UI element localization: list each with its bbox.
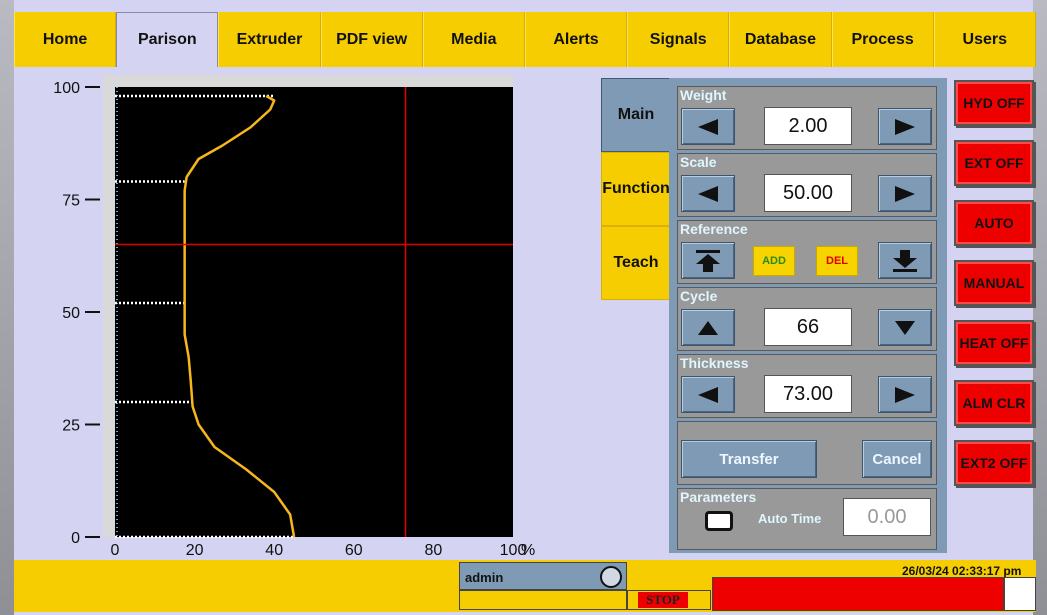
arrow-left-icon: [698, 185, 718, 202]
window-right-edge: [1033, 0, 1047, 615]
arrow-up-to-line-icon: [696, 249, 720, 272]
cycle-value[interactable]: 66: [764, 308, 852, 346]
tab-users[interactable]: Users: [933, 12, 1036, 67]
thickness-decrease-button[interactable]: [681, 376, 735, 413]
reference-section: Reference ADD DEL: [677, 220, 937, 284]
heat-off-button[interactable]: HEAT OFF: [954, 320, 1034, 366]
cycle-section: Cycle 66: [677, 287, 937, 351]
sidetab-function[interactable]: Function: [601, 152, 671, 226]
thickness-section: Thickness 73.00: [677, 354, 937, 418]
tab-extruder[interactable]: Extruder: [218, 12, 321, 67]
y-tick-label: 0: [71, 530, 80, 547]
scale-label: Scale: [680, 154, 717, 170]
status-field: [459, 590, 627, 610]
parameters-label: Parameters: [680, 489, 757, 505]
x-tick-label: 20: [186, 542, 204, 559]
thickness-label: Thickness: [680, 355, 749, 371]
arrow-left-icon: [698, 118, 718, 135]
tab-process[interactable]: Process: [831, 12, 934, 67]
thickness-increase-button[interactable]: [878, 376, 932, 413]
y-tick-label: 100: [53, 80, 80, 97]
datetime: 26/03/24 02:33:17 pm: [902, 564, 1022, 578]
ext-off-button[interactable]: EXT OFF: [954, 140, 1034, 186]
auto-time-value[interactable]: 0.00: [843, 498, 931, 536]
arrow-right-icon: [895, 118, 915, 135]
x-tick-label: 80: [425, 542, 443, 559]
y-tick-label: 75: [62, 193, 80, 210]
manual-button[interactable]: MANUAL: [954, 260, 1034, 306]
arrow-left-icon: [698, 386, 718, 403]
parison-chart[interactable]: 02550751000 20 40 60 80 100%: [30, 70, 550, 560]
top-nav: Home Parison Extruder PDF view Media Ale…: [14, 12, 1036, 67]
auto-time-label: Auto Time: [758, 511, 822, 526]
auto-button[interactable]: AUTO: [954, 200, 1034, 246]
weight-section: Weight 2.00: [677, 86, 937, 150]
user-icon: [600, 566, 622, 588]
plot-area: [115, 87, 513, 537]
cancel-button[interactable]: Cancel: [862, 440, 932, 478]
ext2-off-button[interactable]: EXT2 OFF: [954, 440, 1034, 486]
x-tick-label: 0: [111, 542, 120, 559]
thickness-value[interactable]: 73.00: [764, 375, 852, 413]
status-bar: admin STOP 26/03/24 02:33:17 pm: [14, 560, 1036, 612]
cycle-down-button[interactable]: [878, 309, 932, 346]
tab-home[interactable]: Home: [14, 12, 117, 67]
stop-indicator: STOP: [638, 592, 688, 608]
weight-value[interactable]: 2.00: [764, 107, 852, 145]
cycle-label: Cycle: [680, 288, 718, 304]
y-tick-label: 25: [62, 418, 80, 435]
reference-add-button[interactable]: ADD: [753, 246, 795, 276]
x-unit-label: %: [521, 542, 535, 559]
sidetab-main[interactable]: Main: [601, 78, 671, 152]
weight-decrease-button[interactable]: [681, 108, 735, 145]
alm-clr-button[interactable]: ALM CLR: [954, 380, 1034, 426]
alarm-banner[interactable]: [712, 577, 1004, 611]
reference-bottom-button[interactable]: [878, 242, 932, 279]
window-left-edge: [0, 0, 14, 615]
hyd-off-button[interactable]: HYD OFF: [954, 80, 1034, 126]
machine-state-box: STOP: [627, 590, 711, 610]
arrow-up-icon: [698, 320, 718, 335]
weight-increase-button[interactable]: [878, 108, 932, 145]
scale-increase-button[interactable]: [878, 175, 932, 212]
scale-decrease-button[interactable]: [681, 175, 735, 212]
control-panel: Weight 2.00 Scale 50.00 Reference ADD DE…: [669, 78, 947, 553]
x-tick-label: 60: [345, 542, 363, 559]
alarm-indicator: [1004, 577, 1036, 611]
user-box[interactable]: admin: [459, 562, 627, 590]
sidetab-teach[interactable]: Teach: [601, 226, 671, 300]
parameters-section: Parameters Auto Time 0.00: [677, 488, 937, 550]
arrow-down-to-line-icon: [893, 249, 917, 272]
y-tick-label: 50: [62, 305, 80, 322]
reference-top-button[interactable]: [681, 242, 735, 279]
x-tick-label: 40: [265, 542, 283, 559]
arrow-down-icon: [895, 320, 915, 335]
tab-pdf-view[interactable]: PDF view: [320, 12, 423, 67]
tab-signals[interactable]: Signals: [627, 12, 730, 67]
reference-label: Reference: [680, 221, 748, 237]
arrow-right-icon: [895, 386, 915, 403]
arrow-right-icon: [895, 185, 915, 202]
transfer-button[interactable]: Transfer: [681, 440, 817, 478]
scale-value[interactable]: 50.00: [764, 174, 852, 212]
tab-media[interactable]: Media: [422, 12, 525, 67]
tab-alerts[interactable]: Alerts: [524, 12, 628, 67]
tab-database[interactable]: Database: [729, 12, 832, 67]
weight-label: Weight: [680, 87, 727, 103]
user-name: admin: [465, 570, 504, 585]
transfer-section: Transfer Cancel: [677, 421, 937, 485]
tab-parison[interactable]: Parison: [116, 12, 219, 67]
cycle-up-button[interactable]: [681, 309, 735, 346]
auto-time-checkbox[interactable]: [705, 511, 733, 531]
reference-del-button[interactable]: DEL: [816, 246, 858, 276]
app-window: Home Parison Extruder PDF view Media Ale…: [0, 0, 1047, 615]
scale-section: Scale 50.00: [677, 153, 937, 217]
